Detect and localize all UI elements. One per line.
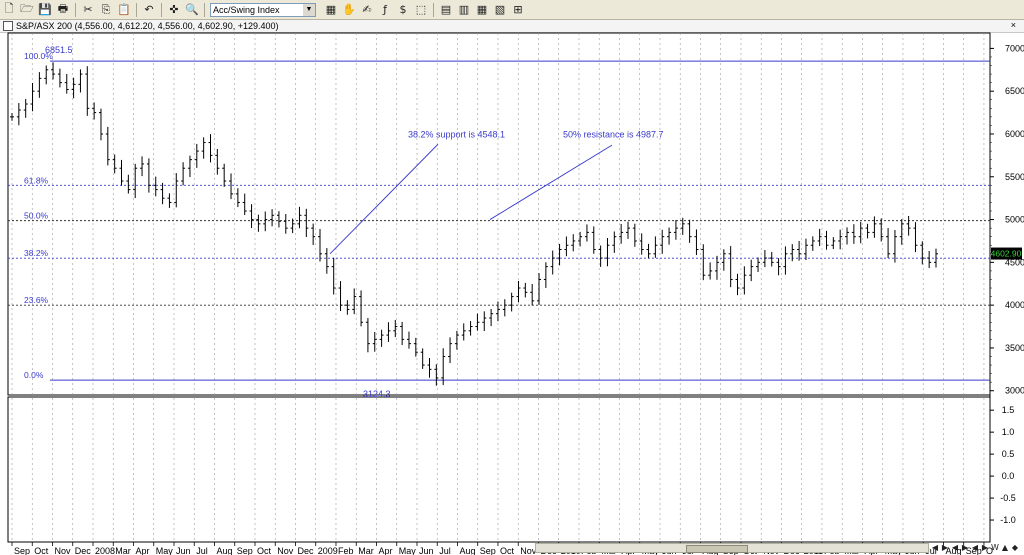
fib-low-label: 3124.3 [363, 389, 391, 399]
toolbar-separator [75, 2, 76, 17]
chevron-down-icon[interactable]: ▼ [303, 3, 315, 16]
grid2-icon[interactable]: ▧ [492, 2, 508, 17]
y-tick-label: 4000 [1005, 300, 1024, 310]
x-tick-label: 2009 [318, 546, 338, 555]
indicator-panel-frame [7, 396, 991, 543]
chart-ohlc-readout: (4,556.00, 4,612.20, 4,556.00, 4,602.90,… [74, 21, 279, 31]
x-tick-label: Jul [439, 546, 451, 555]
y-tick-label: 5000 [1005, 215, 1024, 225]
x-tick-label: Sep [237, 546, 253, 555]
annotation-icon[interactable]: ✍ [359, 2, 375, 17]
pan-icon[interactable]: ✋ [341, 2, 357, 17]
fib-high-label: 6851.5 [45, 45, 73, 55]
nav-button-2[interactable]: ◀ [950, 541, 960, 553]
x-tick-label: Oct [500, 546, 515, 555]
toolbar-separator [161, 2, 162, 17]
x-tick-label: Aug [216, 546, 232, 555]
fib-level-label: 0.0% [24, 370, 44, 380]
lower-y-tick-label: -1.0 [1000, 515, 1016, 525]
zoom-icon[interactable]: 🔍 [184, 2, 200, 17]
chart-window-icon [3, 21, 13, 31]
lower-y-tick-label: 1.5 [1002, 405, 1015, 415]
x-tick-label: Nov [277, 546, 294, 555]
nav-button-7[interactable]: ▲ [1000, 541, 1010, 553]
x-tick-label: May [156, 546, 174, 555]
nav-button-5[interactable]: ▶ [980, 541, 990, 553]
tile-h-icon[interactable]: ▤ [438, 2, 454, 17]
print-icon[interactable]: 🖶 [55, 2, 71, 17]
x-tick-label: Aug [459, 546, 475, 555]
x-tick-label: Dec [75, 546, 92, 555]
fib-level-label: 50.0% [24, 211, 49, 221]
x-tick-label: Apr [378, 546, 392, 555]
indicator-select[interactable]: Acc/Swing Index ▼ [210, 2, 316, 17]
fib-level-label: 61.8% [24, 175, 49, 185]
y-tick-label: 6500 [1005, 86, 1024, 96]
lower-y-tick-label: -0.5 [1000, 493, 1016, 503]
undo-icon[interactable]: ↶ [141, 2, 157, 17]
nav-button-0[interactable]: ◀ [930, 541, 940, 553]
annotation-resistance-label: 50% resistance is 4987.7 [563, 129, 664, 139]
cascade-icon[interactable]: ⊞ [510, 2, 526, 17]
x-tick-label: May [399, 546, 417, 555]
y-tick-label: 3000 [1005, 386, 1024, 396]
lower-y-tick-label: 1.0 [1002, 427, 1015, 437]
indicator-icon[interactable]: ▦ [323, 2, 339, 17]
scrollbar-thumb[interactable] [686, 545, 748, 553]
x-tick-label: Jun [419, 546, 434, 555]
cut-icon[interactable]: ✂ [80, 2, 96, 17]
chart-nav-buttons: ◀ ▶ ◀ ▶ ◀ ▶ W ▲ ◆ [930, 541, 1020, 555]
indicator-select-value: Acc/Swing Index [213, 4, 280, 15]
y-tick-label: 6000 [1005, 129, 1024, 139]
x-tick-label: Apr [135, 546, 149, 555]
new-icon[interactable]: 🗋 [1, 2, 17, 17]
x-tick-label: Jun [176, 546, 191, 555]
y-tick-label: 7000 [1005, 43, 1024, 53]
x-tick-label: Mar [115, 546, 131, 555]
x-tick-label: Feb [338, 546, 354, 555]
y-tick-label: 3500 [1005, 343, 1024, 353]
nav-button-3[interactable]: ▶ [960, 541, 970, 553]
save-icon[interactable]: 💾 [37, 2, 53, 17]
annotation-support-label: 38.2% support is 4548.1 [408, 129, 505, 139]
price-chart[interactable]: Sep Oct Nov Dec 2008 Mar Apr May Jun Jul Aug Sep Oct… [0, 32, 1024, 555]
lower-y-tick-label: 0.0 [1002, 471, 1015, 481]
function-icon[interactable]: ƒ [377, 2, 393, 17]
close-chart-button[interactable]: × [1011, 20, 1016, 30]
dollar-icon[interactable]: $ [395, 2, 411, 17]
chart-symbol: S&P/ASX 200 [16, 21, 73, 31]
x-tick-label: Sep [480, 546, 496, 555]
paste-icon[interactable]: 📋 [116, 2, 132, 17]
crosshair-icon[interactable]: ✜ [166, 2, 182, 17]
x-tick-label: Mar [358, 546, 374, 555]
toolbar-separator [433, 2, 434, 17]
horizontal-scrollbar[interactable] [535, 543, 929, 553]
toolbar: 🗋 🗁 💾 🖶 ✂ ⎘ 📋 ↶ ✜ 🔍 Acc/Swing Index ▼ ▦ ✋ ✍ ƒ $ ⬚ ▤ ▥ ▦ ▧ ⊞ [0, 0, 1024, 20]
axis-background [990, 33, 1024, 542]
x-tick-label: 2008 [95, 546, 115, 555]
y-tick-label: 5500 [1005, 172, 1024, 182]
x-tick-label: Sep [14, 546, 30, 555]
fib-level-label: 23.6% [24, 295, 49, 305]
nav-button-4[interactable]: ◀ [970, 541, 980, 553]
lower-y-tick-label: 0.5 [1002, 449, 1015, 459]
x-tick-label: Oct [257, 546, 272, 555]
fib-level-label: 38.2% [24, 248, 49, 258]
nav-button-8[interactable]: ◆ [1010, 541, 1020, 553]
layout-icon[interactable]: ⬚ [413, 2, 429, 17]
x-tick-label: Jul [196, 546, 208, 555]
toolbar-separator [204, 2, 205, 17]
copy-icon[interactable]: ⎘ [98, 2, 114, 17]
x-tick-label: Nov [54, 546, 71, 555]
nav-button-6[interactable]: W [990, 541, 1000, 553]
toolbar-separator [136, 2, 137, 17]
open-icon[interactable]: 🗁 [19, 2, 35, 17]
grid-icon[interactable]: ▦ [474, 2, 490, 17]
last-price-label: 4602.90 [991, 249, 1022, 259]
x-tick-label: Dec [297, 546, 314, 555]
x-tick-label: Oct [34, 546, 49, 555]
nav-button-1[interactable]: ▶ [940, 541, 950, 553]
tile-v-icon[interactable]: ▥ [456, 2, 472, 17]
